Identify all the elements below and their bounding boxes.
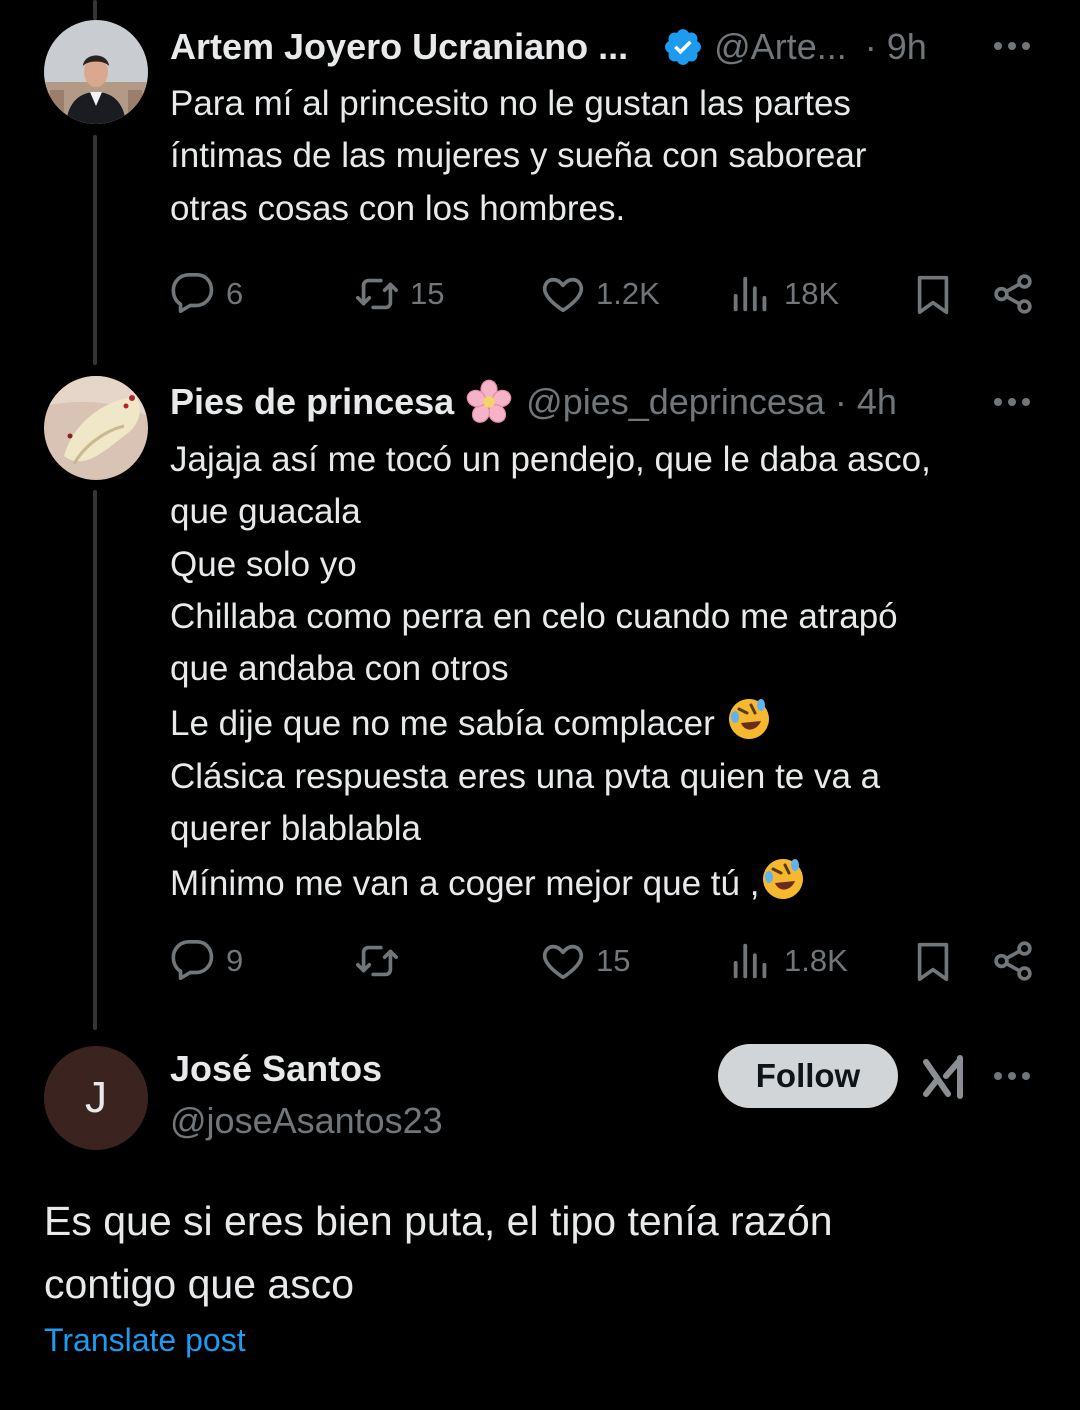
bookmark-button[interactable]	[910, 270, 956, 318]
repost-count: 15	[410, 276, 445, 311]
reply-icon	[171, 940, 214, 981]
share-icon	[994, 941, 1032, 981]
tweet-time[interactable]: · 4h	[835, 381, 897, 423]
post-text-line: contigo que asco	[44, 1261, 355, 1307]
views-count: 1.8K	[784, 943, 848, 978]
tweet-text-line: que guacala	[170, 492, 361, 532]
tweet-text-line: Mínimo me van a coger mejor que tú ,	[170, 864, 760, 904]
like-icon	[542, 277, 584, 313]
thread-line	[93, 135, 97, 365]
tweet-text-line: que andaba con otros	[170, 649, 509, 689]
like-icon	[542, 944, 584, 980]
tweet-text-line-with-emoji: Le dije que no me sabía complacer	[170, 695, 1040, 750]
tweet-text-line: Chillaba como perra en celo cuando me at…	[170, 596, 898, 636]
follow-button[interactable]: Follow	[718, 1044, 898, 1108]
avatar[interactable]	[44, 376, 148, 480]
share-icon	[994, 274, 1032, 314]
grok-icon[interactable]	[920, 1052, 970, 1102]
tweet-text-line: querer blablabla	[170, 809, 422, 849]
tweet-text-line: íntimas de las mujeres y sueña con sabor…	[170, 136, 867, 176]
translate-post-link[interactable]: Translate post	[44, 1322, 246, 1359]
author-name[interactable]: Artem Joyero Ucraniano ...	[170, 26, 628, 68]
repost-icon	[356, 945, 398, 977]
tweet-text-line: Jajaja así me tocó un pendejo, que le da…	[170, 440, 931, 479]
tweet-text: Jajaja así me tocó un pendejo, que le da…	[170, 434, 1040, 911]
tweet-text: Para mí al princesito no le gustan las p…	[170, 78, 1040, 235]
like-count: 15	[596, 943, 631, 978]
avatar-letter: J	[85, 1073, 107, 1122]
like-button[interactable]: 15	[540, 937, 630, 985]
tweet-header: Artem Joyero Ucraniano ... @Arte... · 9h	[170, 22, 927, 72]
bookmark-icon	[917, 942, 949, 982]
share-button[interactable]	[990, 270, 1036, 318]
post-text-line: Es que si eres bien puta, el tipo tenía …	[44, 1198, 833, 1244]
tweet-text-line: Que solo yo	[170, 544, 357, 584]
tweet-actions: 9 15 1.8K	[0, 937, 1080, 985]
reply-button[interactable]: 6	[170, 270, 243, 318]
tweet-text-line: Para mí al princesito no le gustan las p…	[170, 84, 851, 123]
thread-line	[93, 0, 97, 20]
more-icon[interactable]	[992, 26, 1032, 66]
repost-button[interactable]: 15	[354, 270, 444, 318]
verified-badge-icon	[662, 26, 704, 68]
reply-icon	[171, 273, 214, 314]
tweet-text-line: Clásica respuesta eres una pvta quien te…	[170, 756, 881, 796]
cherry-blossom-icon	[466, 379, 512, 425]
tweet-time[interactable]: · 9h	[865, 26, 927, 68]
author-name[interactable]: Pies de princesa	[170, 381, 454, 423]
author-handle[interactable]: @joseAsantos23	[170, 1100, 443, 1142]
rolling-laughing-emoji-icon	[763, 859, 804, 900]
views-icon	[733, 943, 767, 979]
rolling-laughing-emoji-icon	[728, 699, 769, 740]
post-text: Es que si eres bien puta, el tipo tenía …	[44, 1190, 833, 1316]
author-handle[interactable]: @pies_deprincesa	[526, 381, 825, 423]
tweet-text-line: otras cosas con los hombres.	[170, 188, 626, 228]
like-count: 1.2K	[596, 276, 660, 311]
share-button[interactable]	[990, 937, 1036, 985]
views-icon	[733, 276, 767, 312]
tweet-text-line-with-emoji: Mínimo me van a coger mejor que tú ,	[170, 855, 1040, 910]
tweet-header: Pies de princesa @pies_deprincesa · 4h	[170, 377, 897, 427]
bookmark-icon	[917, 275, 949, 315]
repost-button[interactable]	[354, 937, 410, 985]
like-button[interactable]: 1.2K	[540, 270, 660, 318]
tweet-actions: 6 15 1.2K 18K	[0, 270, 1080, 318]
views-count: 18K	[784, 276, 840, 311]
bookmark-button[interactable]	[910, 937, 956, 985]
avatar[interactable]: J	[44, 1046, 148, 1150]
more-icon[interactable]	[992, 1056, 1032, 1096]
reply-button[interactable]: 9	[170, 937, 243, 985]
more-icon[interactable]	[992, 382, 1032, 422]
author-name[interactable]: José Santos	[170, 1048, 382, 1090]
views-button[interactable]: 1.8K	[728, 937, 848, 985]
author-handle[interactable]: @Arte...	[714, 26, 847, 68]
reply-count: 9	[226, 943, 244, 978]
views-button[interactable]: 18K	[728, 270, 839, 318]
tweet-text-line: Le dije que no me sabía complacer	[170, 704, 715, 744]
repost-icon	[356, 278, 398, 310]
avatar[interactable]	[44, 20, 148, 124]
reply-count: 6	[226, 276, 244, 311]
